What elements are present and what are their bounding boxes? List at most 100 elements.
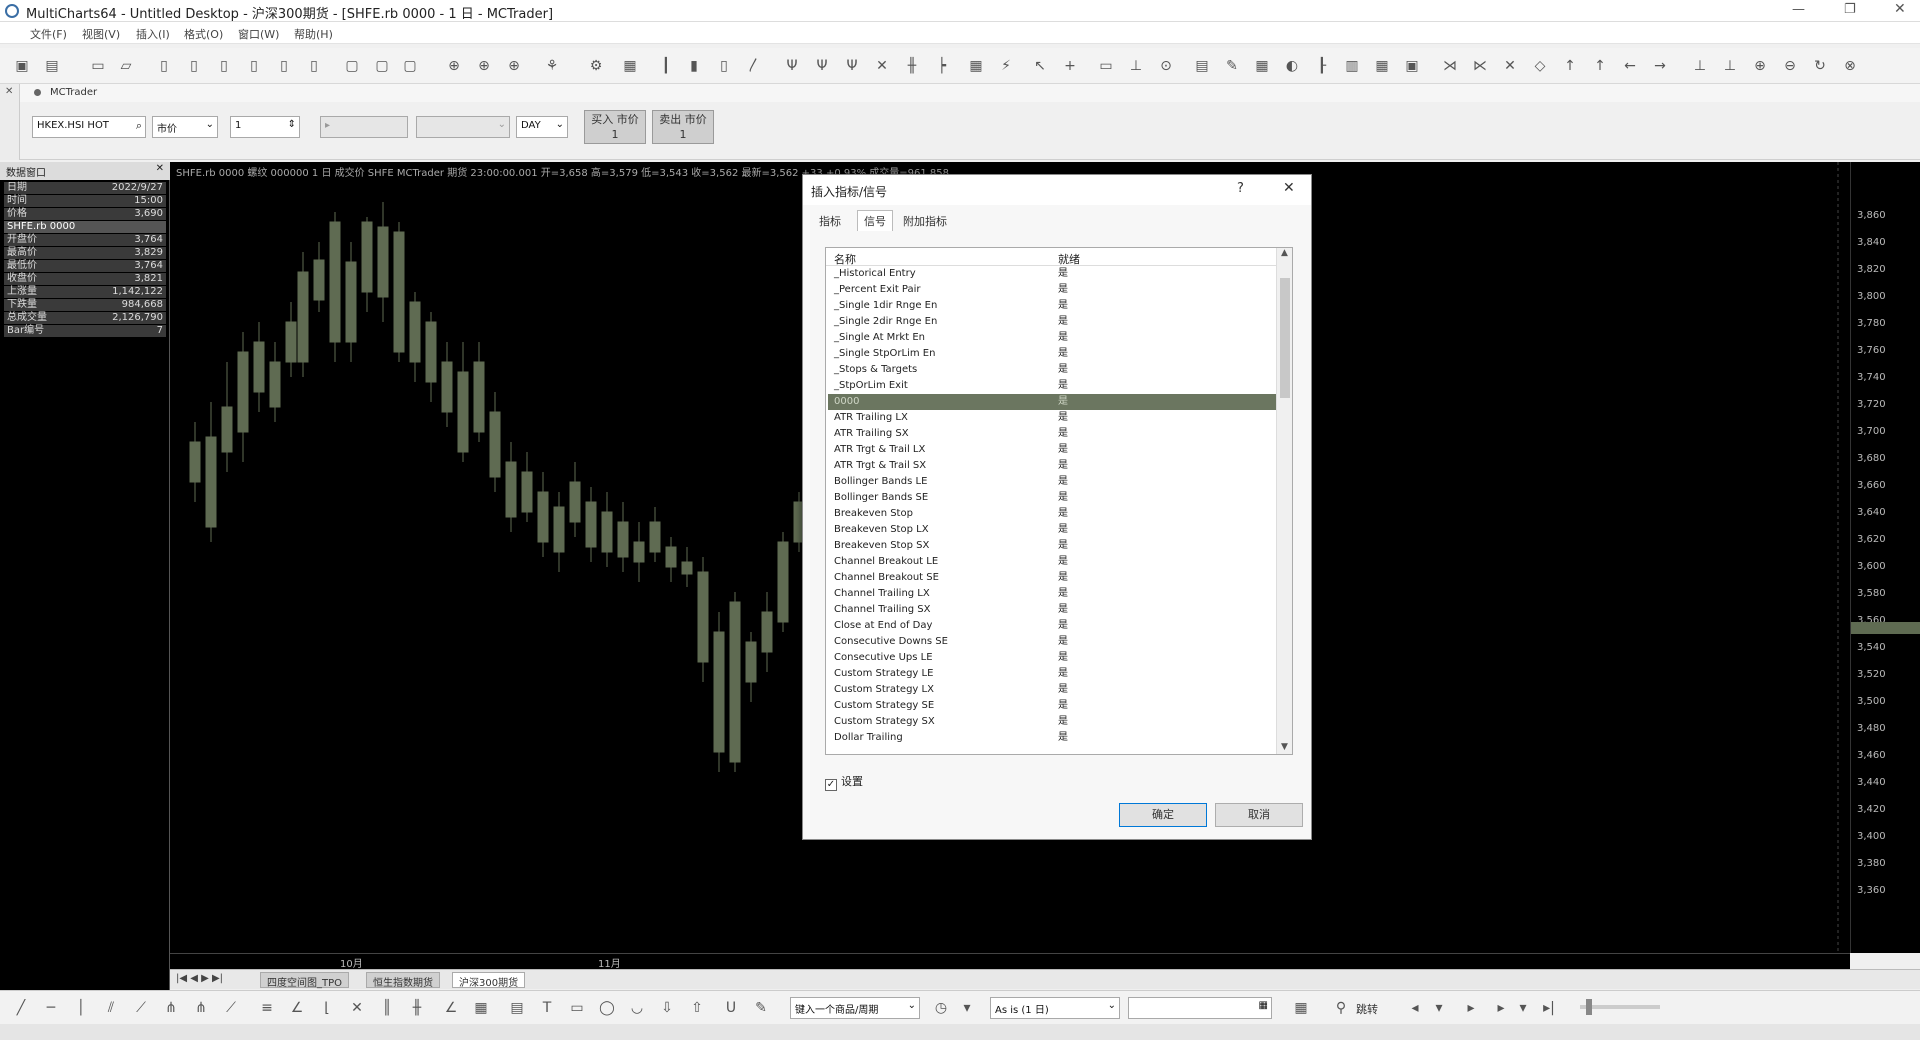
gann-icon[interactable]: ⋔	[192, 999, 210, 1017]
list-item[interactable]: Custom Strategy SE 是	[828, 698, 1276, 714]
fib-ext-icon[interactable]: ∠	[288, 999, 306, 1017]
tab-nav-icon[interactable]: |◀ ◀ ▶ ▶|	[176, 973, 223, 984]
order-type-select[interactable]: 市价 ⌄	[152, 116, 218, 138]
list-item[interactable]: Close at End of Day 是	[828, 618, 1276, 634]
maximize-icon[interactable]: ❐	[1844, 2, 1856, 17]
list-item[interactable]: Breakeven Stop LX 是	[828, 522, 1276, 538]
symbol-field[interactable]: HKEX.HSI HOT ⌕	[32, 116, 146, 138]
pitchfork-icon[interactable]: ⋔	[162, 999, 180, 1017]
zoom-out-icon[interactable]: ⊖	[1780, 56, 1800, 76]
trader-tab[interactable]: MCTrader	[50, 87, 97, 98]
channel-icon[interactable]: ⫽	[102, 999, 120, 1017]
settings-icon[interactable]: ⚙	[586, 56, 606, 76]
vline-icon[interactable]: │	[72, 999, 90, 1017]
list-item[interactable]: _Single StpOrLim En 是	[828, 346, 1276, 362]
list-item[interactable]: _Stops & Targets 是	[828, 362, 1276, 378]
anchor-icon[interactable]: ⊥	[1690, 56, 1710, 76]
zoom-slider[interactable]	[1580, 1005, 1660, 1009]
anchor-icon[interactable]: ⊥	[1720, 56, 1740, 76]
settings-checkbox[interactable]: ✓ 设置	[825, 773, 863, 791]
strategy-icon[interactable]: ⊕	[504, 56, 524, 76]
ruler-icon[interactable]: ⊥	[1126, 56, 1146, 76]
market-scanner-icon[interactable]: ▦	[1252, 56, 1272, 76]
tab-hsi[interactable]: 恒生指数期货	[366, 972, 440, 989]
date-field[interactable]: ▦	[1128, 997, 1272, 1019]
price-field[interactable]: ⌄	[416, 116, 510, 138]
comment-icon[interactable]: ▭	[1096, 56, 1116, 76]
document-icon[interactable]: ▯	[214, 56, 234, 76]
fan-icon[interactable]: ⟋	[222, 999, 240, 1017]
refresh-icon[interactable]: ↻	[1810, 56, 1830, 76]
zoom-out-x-icon[interactable]: ⋊	[1440, 56, 1460, 76]
table-icon[interactable]: ▦	[1372, 56, 1392, 76]
list-item[interactable]: ATR Trailing SX 是	[828, 426, 1276, 442]
footprint-icon[interactable]: ▥	[1342, 56, 1362, 76]
buy-market-button[interactable]: 买入 市价 1	[584, 110, 646, 144]
strategy-dropdown-icon[interactable]: ⚘	[542, 56, 562, 76]
document-icon[interactable]: ▯	[154, 56, 174, 76]
arrow-left-icon[interactable]: ←	[1620, 56, 1640, 76]
line-chart-icon[interactable]: 〳	[744, 56, 764, 76]
list-item[interactable]: Consecutive Ups LE 是	[828, 650, 1276, 666]
expand-icon[interactable]: ◇	[1530, 56, 1550, 76]
last-icon[interactable]: ▸|	[1540, 999, 1558, 1017]
column-name[interactable]: 名称	[834, 251, 856, 267]
close-icon[interactable]: ✕	[5, 86, 13, 97]
quantity-stepper[interactable]: 1 ⇕	[230, 116, 300, 138]
menu-format[interactable]: 格式(O)	[184, 26, 223, 42]
list-item[interactable]: Bollinger Bands SE 是	[828, 490, 1276, 506]
list-item[interactable]: Custom Strategy LE 是	[828, 666, 1276, 682]
calendar-icon[interactable]: ▦	[620, 56, 640, 76]
list-item[interactable]: 0000 是	[828, 394, 1276, 410]
ohlc-icon[interactable]: Ψ	[842, 56, 862, 76]
list-item[interactable]: Custom Strategy SX 是	[828, 714, 1276, 730]
list-item[interactable]: Channel Breakout LE 是	[828, 554, 1276, 570]
ok-button[interactable]: 确定	[1119, 803, 1207, 827]
tab-tpo[interactable]: 四度空间图_TPO	[260, 972, 350, 989]
list-item[interactable]: _Percent Exit Pair 是	[828, 282, 1276, 298]
list-item[interactable]: ATR Trgt & Trail SX 是	[828, 458, 1276, 474]
scroll-down-icon[interactable]: ▼	[1281, 742, 1288, 752]
list-item[interactable]: _Single 2dir Rnge En 是	[828, 314, 1276, 330]
chevron-down-icon[interactable]: ▾	[1514, 999, 1532, 1017]
close-icon[interactable]: ✕	[156, 163, 164, 174]
dom-icon[interactable]: ▤	[1192, 56, 1212, 76]
trendline-icon[interactable]: ╱	[12, 999, 30, 1017]
jump-label[interactable]: 跳转	[1356, 1001, 1378, 1017]
column-ready[interactable]: 就绪	[1058, 251, 1080, 267]
compress-icon[interactable]: ✕	[1500, 56, 1520, 76]
document-icon[interactable]: ▯	[184, 56, 204, 76]
list-item[interactable]: Channel Breakout SE 是	[828, 570, 1276, 586]
next-icon[interactable]: ▸	[1492, 999, 1510, 1017]
draw-icon[interactable]: ✎	[1222, 56, 1242, 76]
fib-time-icon[interactable]: ⌊	[318, 999, 336, 1017]
jump-icon[interactable]: ⚲	[1332, 999, 1350, 1017]
hline-icon[interactable]: ─	[42, 999, 60, 1017]
plug-icon[interactable]: ⚡	[996, 56, 1016, 76]
chevron-down-icon[interactable]: ▾	[1430, 999, 1448, 1017]
document-icon[interactable]: ▯	[274, 56, 294, 76]
list-item[interactable]: Bollinger Bands LE 是	[828, 474, 1276, 490]
ohlc-icon[interactable]: Ψ	[812, 56, 832, 76]
magnet-icon[interactable]: U	[722, 999, 740, 1017]
volume-profile-icon[interactable]: ┠	[1312, 56, 1332, 76]
list-item[interactable]: Channel Trailing LX 是	[828, 586, 1276, 602]
dialog-close-button[interactable]: ✕	[1283, 180, 1295, 196]
candle-icon[interactable]: ▮	[684, 56, 704, 76]
pencil-icon[interactable]: ▱	[116, 56, 136, 76]
histogram-icon[interactable]: ┝	[932, 56, 952, 76]
scroll-up-icon[interactable]: ▲	[1281, 248, 1288, 258]
minimize-icon[interactable]: —	[1792, 2, 1805, 17]
ohlc-icon[interactable]: Ψ	[782, 56, 802, 76]
list-item[interactable]: Breakeven Stop 是	[828, 506, 1276, 522]
list-item[interactable]: Breakeven Stop SX 是	[828, 538, 1276, 554]
time-axis[interactable]: 10月 11月	[170, 953, 1850, 970]
list-scrollbar[interactable]: ▲ ▼	[1276, 248, 1292, 754]
arrow-up-icon[interactable]: ↑	[1590, 56, 1610, 76]
insert-indicator-icon[interactable]: ⊕	[444, 56, 464, 76]
arrow-up-icon[interactable]: ↑	[1560, 56, 1580, 76]
list-item[interactable]: _Historical Entry 是	[828, 266, 1276, 282]
chart-window-icon[interactable]: ▢	[372, 56, 392, 76]
magnet-icon[interactable]: ⊗	[1840, 56, 1860, 76]
checkmark-icon[interactable]: ✓	[825, 779, 837, 791]
